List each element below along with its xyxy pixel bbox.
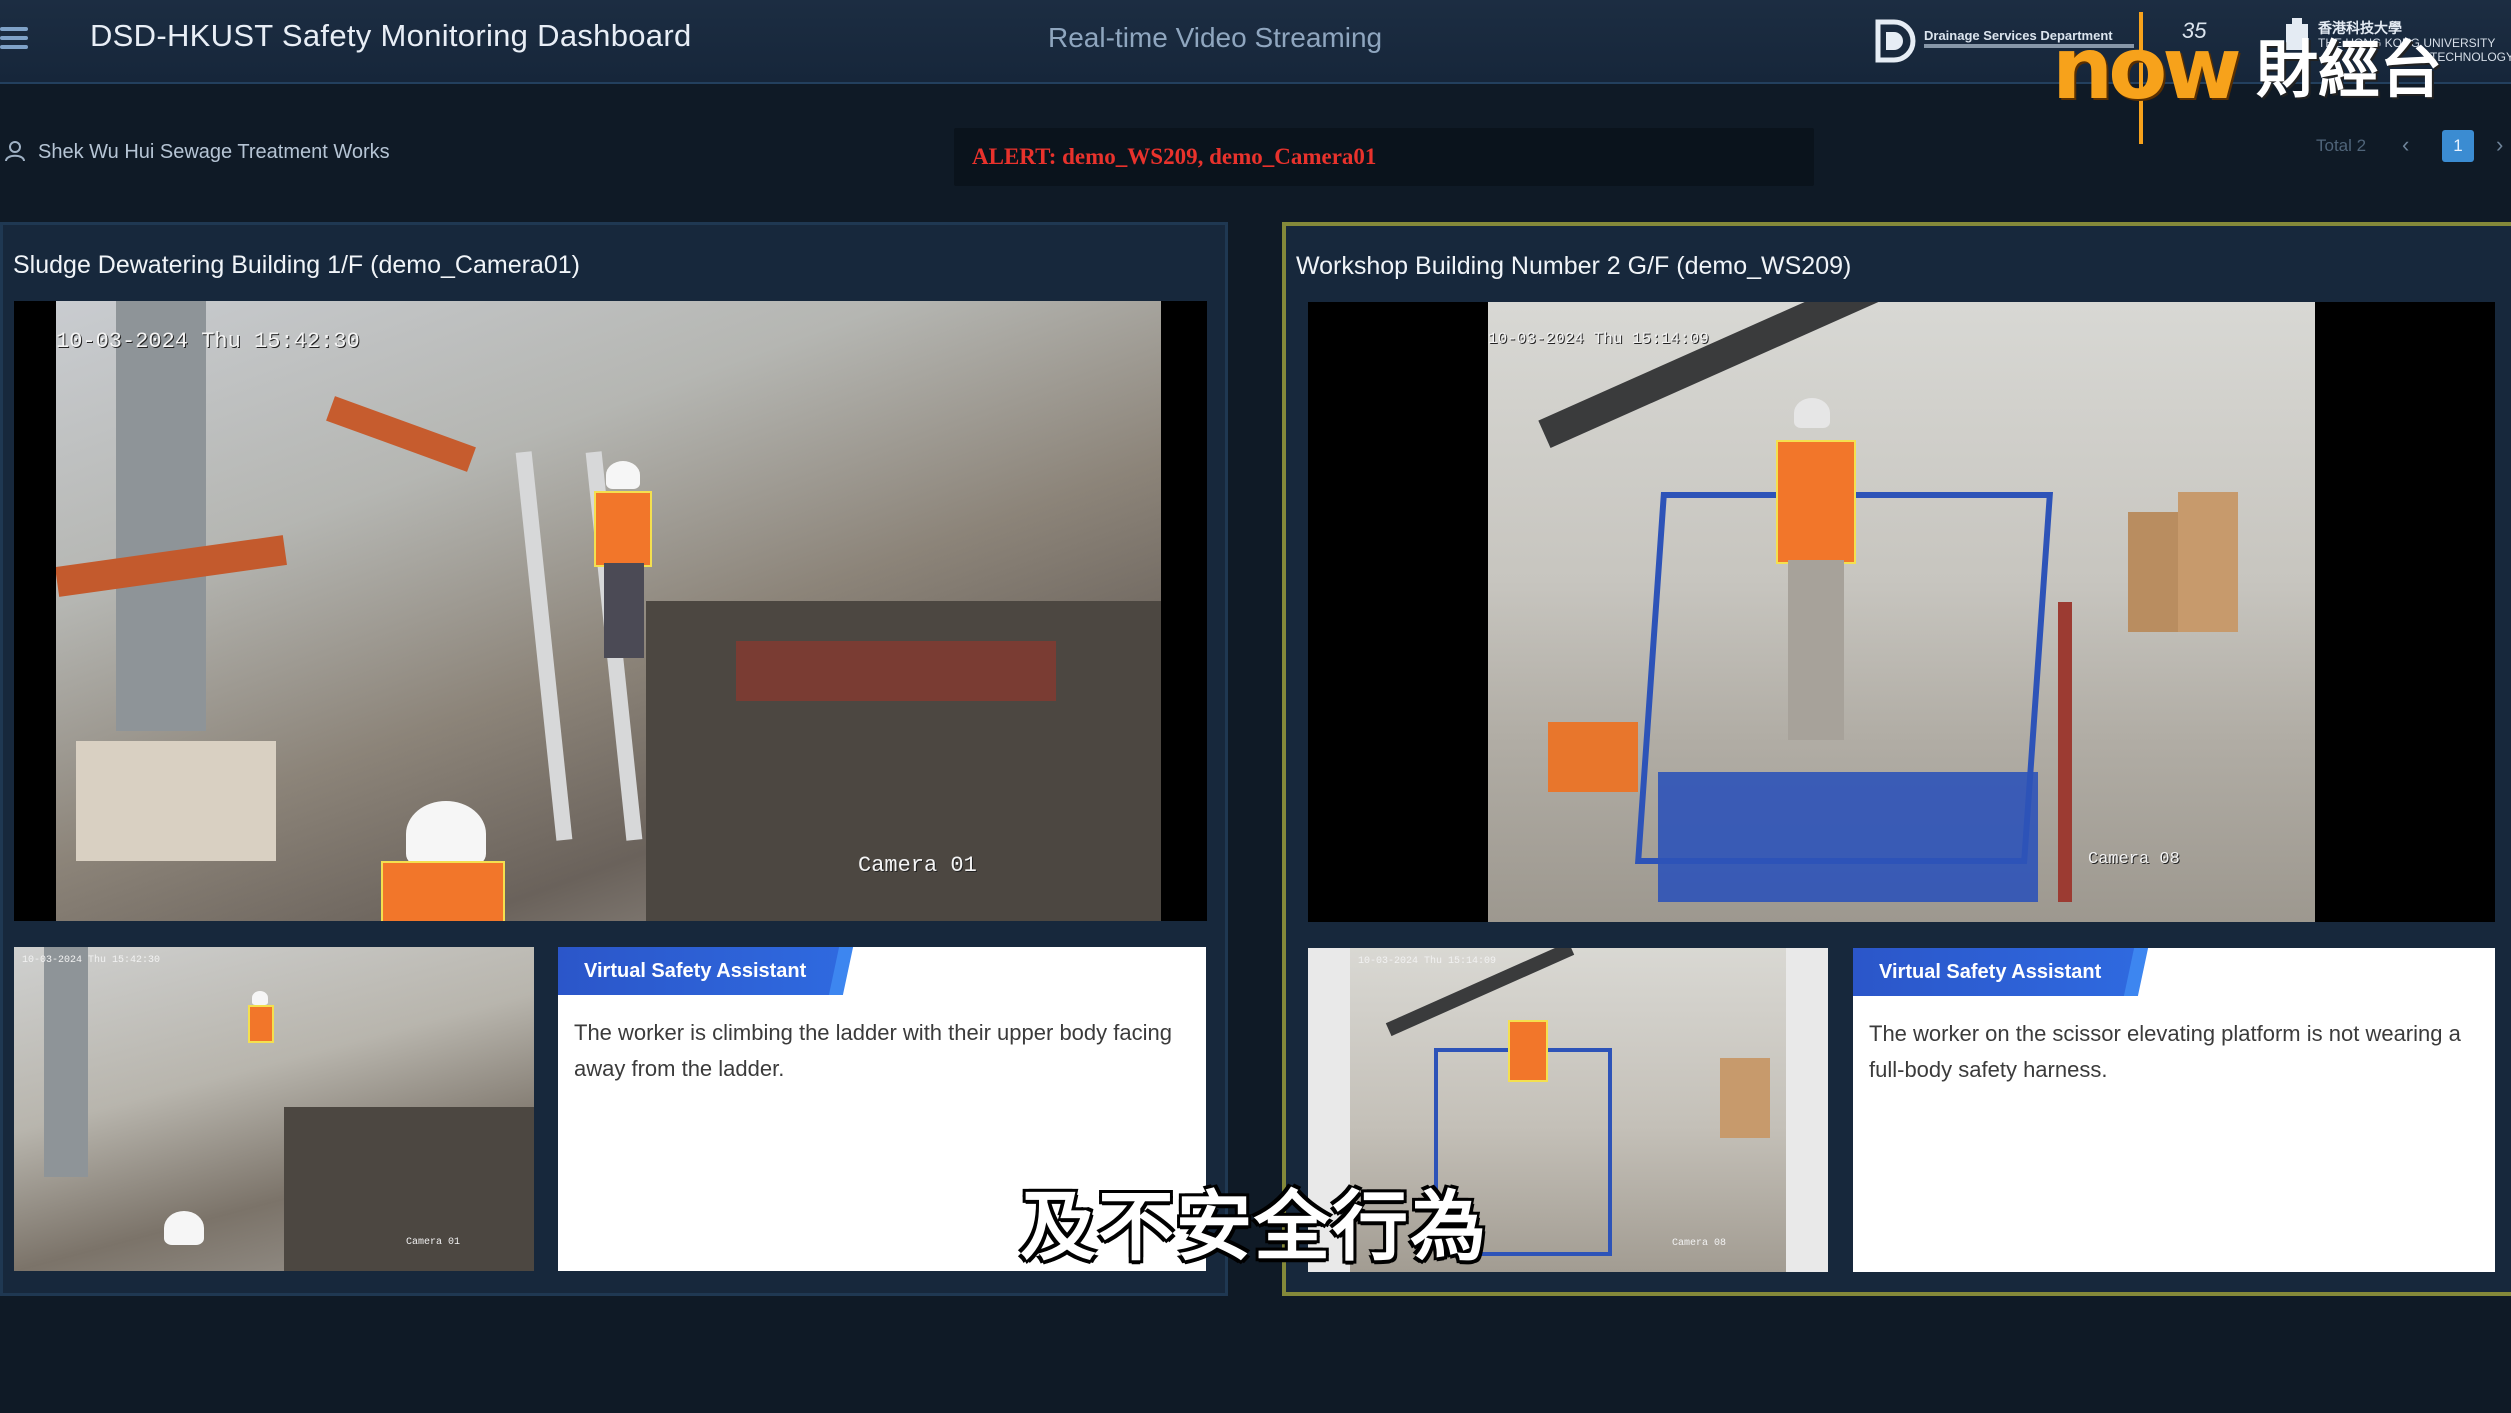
worker-hardhat-2 xyxy=(406,801,486,867)
app-title: DSD-HKUST Safety Monitoring Dashboard xyxy=(90,18,692,53)
thumb-hardhat-2 xyxy=(164,1211,204,1245)
thumb-camera-label: Camera 08 xyxy=(1672,1238,1727,1249)
pager-page-1[interactable]: 1 xyxy=(2442,130,2474,162)
snapshot-thumbnail[interactable]: 10-03-2024 Thu 15:42:30 Camera 01 xyxy=(14,947,534,1271)
thumb-hardhat xyxy=(252,991,268,1005)
live-video-feed[interactable]: 10-03-2024 Thu 15:14:09 Camera 08 xyxy=(1308,302,2495,922)
broadcast-logo: now xyxy=(2052,19,2242,119)
pager-total: Total 2 xyxy=(2316,136,2367,155)
pager-prev-button[interactable]: ‹ xyxy=(2402,132,2409,158)
hkust-name-en-2: TECHNOLOGY xyxy=(2430,50,2511,64)
worker-legs xyxy=(604,563,644,658)
duct-column xyxy=(116,301,206,731)
cabinet xyxy=(2178,492,2238,632)
alert-text: ALERT: demo_WS209, demo_Camera01 xyxy=(972,144,1377,169)
ceiling-duct xyxy=(1538,302,1898,448)
equipment xyxy=(736,641,1056,701)
virtual-safety-assistant-card: Virtual Safety Assistant The worker on t… xyxy=(1853,948,2495,1272)
site-name: Shek Wu Hui Sewage Treatment Works xyxy=(38,141,390,163)
camera-panel-ws209: Workshop Building Number 2 G/F (demo_WS2… xyxy=(1282,222,2511,1296)
worker-vest xyxy=(594,491,652,567)
broadcast-subtitle: 及不安全行為 xyxy=(1020,1182,1488,1271)
thumb-camera-label: Camera 01 xyxy=(406,1237,461,1248)
worker-hardhat xyxy=(1794,398,1830,428)
user-location-icon xyxy=(5,141,25,162)
thumb-cabinet xyxy=(1720,1058,1770,1138)
cabinet-2 xyxy=(2128,512,2178,632)
thumb-vest xyxy=(248,1005,274,1043)
live-video-feed[interactable]: 10-03-2024 Thu 15:42:30 Camera 01 xyxy=(14,301,1207,921)
video-timestamp: 10-03-2024 Thu 15:42:30 xyxy=(56,329,360,354)
worker-hardhat xyxy=(606,461,640,489)
hkust-name-zh: 香港科技大學 xyxy=(2318,20,2402,36)
thumb-timestamp: 10-03-2024 Thu 15:14:09 xyxy=(1358,956,1497,967)
assistant-badge: Virtual Safety Assistant xyxy=(558,947,851,995)
fire-extinguisher-pipe xyxy=(2058,602,2072,902)
thumb-vest xyxy=(1508,1020,1548,1082)
ladder-rail xyxy=(515,451,573,841)
dsd-logo-icon xyxy=(1875,19,1916,63)
thumb-duct xyxy=(44,947,88,1177)
panel-title: Sludge Dewatering Building 1/F (demo_Cam… xyxy=(13,251,580,279)
section-title: Real-time Video Streaming xyxy=(1048,22,1383,53)
barrier-2 xyxy=(326,396,476,472)
panel-title: Workshop Building Number 2 G/F (demo_WS2… xyxy=(1296,252,1852,280)
alert-banner[interactable]: ALERT: demo_WS209, demo_Camera01 xyxy=(954,128,1814,186)
camera-label: Camera 01 xyxy=(858,853,977,878)
pager-next-button[interactable]: › xyxy=(2496,132,2503,158)
boxes xyxy=(76,741,276,861)
hamburger-menu-icon[interactable] xyxy=(0,22,28,56)
assistant-message: The worker on the scissor elevating plat… xyxy=(1869,1021,2461,1082)
camera-panel-camera01: Sludge Dewatering Building 1/F (demo_Cam… xyxy=(0,222,1228,1296)
worker-legs xyxy=(1788,560,1844,740)
video-timestamp: 10-03-2024 Thu 15:14:09 xyxy=(1488,330,1709,348)
cart xyxy=(1548,722,1638,792)
assistant-message: The worker is climbing the ladder with t… xyxy=(574,1020,1172,1081)
video-frame: 10-03-2024 Thu 15:42:30 Camera 01 xyxy=(56,301,1161,921)
video-frame: 10-03-2024 Thu 15:14:09 Camera 08 xyxy=(1488,302,2315,922)
assistant-badge: Virtual Safety Assistant xyxy=(1853,948,2146,996)
camera-label: Camera 08 xyxy=(2088,850,2180,869)
worker-vest xyxy=(1776,440,1856,564)
scissor-lift-base xyxy=(1658,772,2038,902)
worker-vest-2 xyxy=(381,861,505,921)
broadcast-channel-name: 財經台 xyxy=(2256,36,2443,105)
thumb-timestamp: 10-03-2024 Thu 15:42:30 xyxy=(22,955,161,966)
